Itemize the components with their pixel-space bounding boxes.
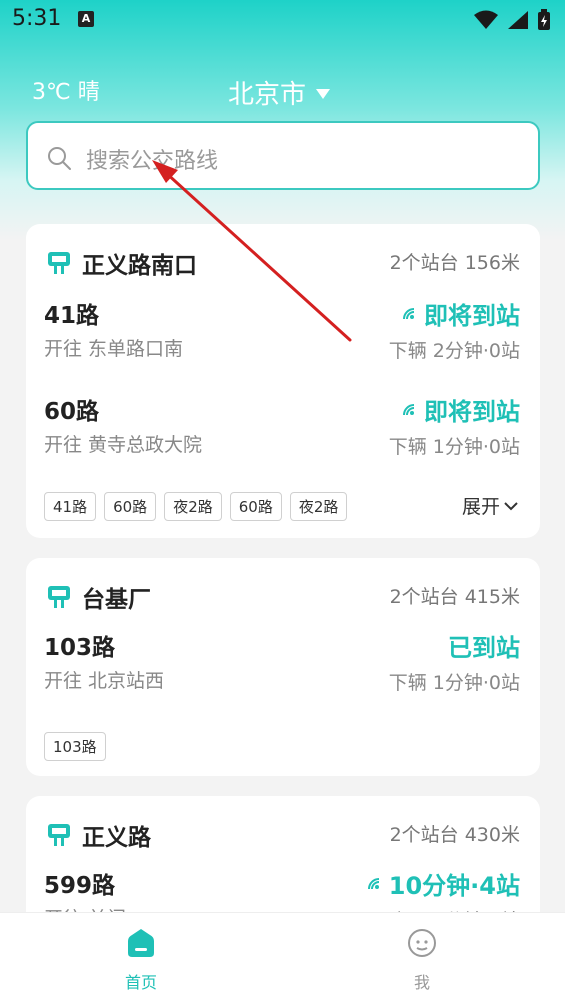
bus-stop-icon	[48, 252, 70, 274]
route-tag[interactable]: 41路	[44, 492, 97, 521]
status-icons	[473, 9, 551, 31]
station-card[interactable]: 正义路南口 2个站台 156米 41路 开往 东单路口南 即将到站 下辆 2分钟…	[26, 224, 540, 538]
station-info: 2个站台 156米	[389, 252, 520, 274]
arrival-status: 即将到站	[402, 296, 520, 331]
station-header: 台基厂	[46, 580, 151, 614]
arrival-status-text: 即将到站	[424, 398, 520, 426]
realtime-signal-icon	[403, 403, 415, 415]
status-bar: 5:31 A	[0, 0, 565, 40]
weather-label: 3℃ 晴	[32, 80, 100, 105]
next-bus: 下辆 1分钟·0站	[388, 672, 520, 694]
nav-me[interactable]: 我	[382, 927, 462, 993]
station-name: 正义路南口	[82, 253, 197, 279]
bus-stop-icon	[48, 586, 70, 608]
route-name[interactable]: 103路	[44, 628, 115, 662]
route-name[interactable]: 599路	[44, 866, 115, 900]
arrival-status-text: 即将到站	[424, 302, 520, 330]
realtime-signal-icon	[367, 877, 379, 889]
city-name: 北京市	[228, 80, 307, 110]
nav-home[interactable]: 首页	[101, 927, 181, 993]
next-bus: 下辆 2分钟·0站	[388, 340, 520, 362]
route-direction: 开往 黄寺总政大院	[44, 434, 203, 456]
route-name[interactable]: 60路	[44, 392, 99, 426]
arrival-status-text: 10分钟·4站	[388, 872, 520, 900]
expand-button[interactable]: 展开	[462, 492, 518, 519]
realtime-signal-icon	[403, 307, 415, 319]
caret-down-icon	[316, 88, 331, 99]
battery-icon	[538, 9, 550, 30]
station-header: 正义路	[46, 818, 151, 852]
route-direction: 开往 东单路口南	[44, 338, 184, 360]
bus-stop-icon	[48, 824, 70, 846]
route-name[interactable]: 41路	[44, 296, 99, 330]
notification-icon: A	[78, 11, 94, 27]
route-tag[interactable]: 夜2路	[289, 492, 348, 521]
route-tags: 103路	[44, 732, 106, 761]
station-name: 台基厂	[82, 587, 151, 613]
expand-label: 展开	[461, 496, 500, 518]
station-info: 2个站台 415米	[389, 586, 520, 608]
home-icon	[128, 929, 154, 957]
route-tag[interactable]: 60路	[229, 492, 282, 521]
search-input[interactable]: 搜索公交路线	[26, 121, 540, 190]
nav-home-label: 首页	[124, 973, 157, 992]
signal-icon	[508, 11, 528, 29]
route-direction: 开往 北京站西	[44, 670, 165, 692]
route-tags: 41路 60路 夜2路 60路 夜2路	[44, 492, 384, 521]
bottom-nav: 首页 我	[0, 912, 565, 1004]
chevron-down-icon	[504, 501, 518, 510]
station-info: 2个站台 430米	[389, 824, 520, 846]
profile-icon	[408, 929, 436, 957]
arrival-status: 已到站	[448, 634, 520, 662]
station-name: 正义路	[82, 825, 151, 851]
next-bus: 下辆 1分钟·0站	[388, 436, 520, 458]
station-card[interactable]: 台基厂 2个站台 415米 103路 开往 北京站西 已到站 下辆 1分钟·0站…	[26, 558, 540, 776]
arrival-status: 即将到站	[402, 392, 520, 427]
arrival-status: 10分钟·4站	[367, 866, 520, 901]
search-icon	[48, 147, 71, 170]
route-tag[interactable]: 60路	[104, 492, 157, 521]
nav-me-label: 我	[413, 973, 430, 992]
station-header: 正义路南口	[46, 246, 197, 280]
wifi-icon	[474, 10, 498, 29]
city-selector[interactable]: 北京市	[228, 74, 331, 111]
status-time: 5:31	[12, 6, 62, 31]
route-tag[interactable]: 夜2路	[164, 492, 222, 521]
route-tag[interactable]: 103路	[44, 732, 106, 761]
search-placeholder: 搜索公交路线	[86, 149, 219, 174]
